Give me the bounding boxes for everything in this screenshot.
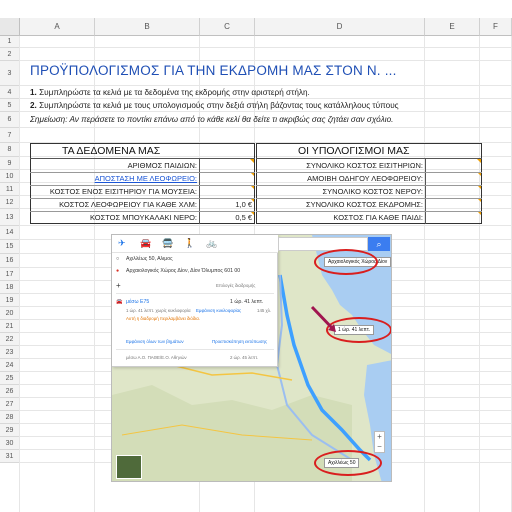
- comment-marker-icon[interactable]: [477, 159, 481, 163]
- calc-label: ΣΥΝΟΛΙΚΟ ΚΟΣΤΟΣ ΕΙΣΙΤΗΡΙΩΝ:: [306, 161, 423, 170]
- transit-icon[interactable]: 🚍: [162, 238, 173, 249]
- route-1-time: 1 ώρ. 41 λεπτ.: [230, 299, 264, 305]
- calc-label: ΣΥΝΟΛΙΚΟ ΚΟΣΤΟΣ ΕΚΔΡΟΜΗΣ:: [305, 200, 423, 209]
- column-header[interactable]: C: [200, 18, 255, 36]
- data-label: ΑΡΙΘΜΟΣ ΠΑΙΔΙΩΝ:: [127, 161, 197, 170]
- data-label: ΚΟΣΤΟΣ ΜΠΟΥΚΑΛΑΚΙ ΝΕΡΟ:: [89, 213, 197, 222]
- row-header[interactable]: 31: [0, 450, 20, 463]
- row-header[interactable]: 10: [0, 170, 20, 183]
- time-highlight-ring: [326, 317, 391, 343]
- row-header[interactable]: 3: [0, 61, 20, 86]
- map-screenshot: ✈ 🚘 🚍 🚶 🚲 ○ Αχιλλέως 50, Αλιμος ● Αρχαιο…: [111, 234, 392, 482]
- zoom-out-icon[interactable]: −: [377, 442, 382, 451]
- origin-highlight-ring: [314, 450, 382, 476]
- row-header[interactable]: 26: [0, 385, 20, 398]
- row-header[interactable]: 18: [0, 281, 20, 294]
- row-header[interactable]: 14: [0, 226, 20, 240]
- column-header[interactable]: E: [425, 18, 480, 36]
- satellite-thumbnail[interactable]: [116, 455, 142, 479]
- column-header[interactable]: A: [20, 18, 95, 36]
- row-header[interactable]: 27: [0, 398, 20, 411]
- row-header[interactable]: 29: [0, 424, 20, 437]
- row-header[interactable]: 22: [0, 333, 20, 346]
- route-2-via[interactable]: μέσω Α.Ο. ΠΑΘΕ/Ε.Ο. Αθηνών: [126, 355, 187, 360]
- row-header[interactable]: 6: [0, 112, 20, 128]
- row-header[interactable]: 24: [0, 359, 20, 372]
- row-header[interactable]: 23: [0, 346, 20, 359]
- row-header[interactable]: 7: [0, 128, 20, 143]
- row-header[interactable]: 2: [0, 48, 20, 61]
- calc-label: ΚΟΣΤΟΣ ΓΙΑ ΚΑΘΕ ΠΑΙΔΙ:: [333, 213, 423, 222]
- spreadsheet: ABCDEF 1 2 3 4 5 6 7 8 9 10 11 12 13 14 15 16 17 18 19 20 21…: [0, 0, 512, 512]
- row-header[interactable]: 9: [0, 157, 20, 170]
- walk-icon[interactable]: 🚶: [184, 238, 195, 249]
- row-header[interactable]: 12: [0, 196, 20, 209]
- data-value-cell[interactable]: 0,5 €: [200, 213, 252, 222]
- car-icon[interactable]: 🚘: [140, 238, 151, 249]
- toll-warning: Αυτή η διαδρομή περιλαμβάνει διόδια.: [126, 316, 201, 321]
- row-header[interactable]: 13: [0, 209, 20, 226]
- route-1-distance: 145 χλ.: [257, 308, 272, 313]
- column-header[interactable]: B: [95, 18, 200, 36]
- data-label: ΚΟΣΤΟΣ ΕΝΟΣ ΕΙΣΙΤΗΡΙΟΥ ΓΙΑ ΜΟΥΣΕΙΑ:: [49, 187, 197, 196]
- zoom-in-icon[interactable]: +: [377, 432, 382, 441]
- travel-mode-bar: ✈ 🚘 🚍 🚶 🚲: [112, 235, 278, 253]
- route-options-link[interactable]: Επιλογές διαδρομής: [216, 283, 255, 288]
- calc-label: ΑΜΟΙΒΗ ΟΔΗΓΟΥ ΛΕΟΦΩΡΕΙΟΥ:: [307, 174, 423, 183]
- comment-marker-icon[interactable]: [250, 159, 254, 163]
- destination-pin-icon: ●: [116, 268, 120, 274]
- row-header[interactable]: 17: [0, 268, 20, 281]
- left-header[interactable]: ΤΑ ΔΕΔΟΜΕΝΑ ΜΑΣ: [62, 145, 160, 157]
- destination-highlight-ring: [314, 249, 378, 275]
- row-header[interactable]: 20: [0, 307, 20, 320]
- bike-icon[interactable]: 🚲: [206, 238, 217, 249]
- directions-panel: ✈ 🚘 🚍 🚶 🚲 ○ Αχιλλέως 50, Αλιμος ● Αρχαιο…: [112, 235, 278, 367]
- right-header[interactable]: ΟΙ ΥΠΟΛΟΓΙΣΜΟΙ ΜΑΣ: [298, 145, 410, 157]
- column-header[interactable]: D: [255, 18, 425, 36]
- instruction-1[interactable]: 1. Συμπληρώστε τα κελιά με τα δεδομένα τ…: [30, 88, 310, 97]
- row-header[interactable]: 30: [0, 437, 20, 450]
- destination-field[interactable]: Αρχαιολογικός Χώρος Δίον, Δίον Όλυμπος 6…: [126, 268, 240, 274]
- route-2-time: 2 ώρ. 45 λεπτ.: [230, 355, 259, 360]
- print-preview-link[interactable]: Προεπισκόπηση εκτύπωσης: [212, 339, 267, 344]
- origin-dot-icon: ○: [116, 256, 120, 262]
- best-route-icon[interactable]: ✈: [118, 238, 126, 249]
- column-header[interactable]: F: [480, 18, 512, 36]
- row-header[interactable]: 11: [0, 183, 20, 196]
- page-title[interactable]: ΠΡΟΫΠΟΛΟΓΙΣΜΟΣ ΓΙΑ ΤΗΝ ΕΚΔΡΟΜΗ ΜΑΣ ΣΤΟΝ …: [30, 63, 397, 78]
- instruction-note[interactable]: Σημείωση: Αν περάσετε το ποντίκι επάνω α…: [30, 115, 393, 124]
- route-1-detail: 1 ώρ. 41 λεπτ. χωρίς κυκλοφορία: [126, 308, 191, 313]
- row-header[interactable]: 5: [0, 99, 20, 112]
- row-header[interactable]: 16: [0, 254, 20, 268]
- search-icon[interactable]: ⌕: [368, 237, 390, 251]
- row-header[interactable]: 19: [0, 294, 20, 307]
- zoom-control[interactable]: + −: [374, 431, 385, 453]
- row-header[interactable]: 4: [0, 86, 20, 99]
- row-header[interactable]: 25: [0, 372, 20, 385]
- add-destination-icon[interactable]: +: [116, 281, 121, 290]
- calc-label: ΣΥΝΟΛΙΚΟ ΚΟΣΤΟΣ ΝΕΡΟΥ:: [322, 187, 423, 196]
- instruction-2[interactable]: 2. Συμπληρώστε τα κελιά με τους υπολογισ…: [30, 101, 399, 110]
- row-header[interactable]: 28: [0, 411, 20, 424]
- row-header[interactable]: 1: [0, 36, 20, 48]
- show-all-steps-link[interactable]: Εμφάνιση όλων των βημάτων: [126, 339, 184, 344]
- route-1-car-icon: 🚘: [116, 299, 123, 305]
- data-value-cell[interactable]: 1,0 €: [200, 200, 252, 209]
- origin-field[interactable]: Αχιλλέως 50, Αλιμος: [126, 256, 173, 262]
- row-header[interactable]: 8: [0, 143, 20, 157]
- show-traffic-link[interactable]: Εμφάνιση κυκλοφορίας: [196, 308, 241, 313]
- select-all-corner[interactable]: [0, 18, 20, 36]
- bus-distance-link[interactable]: ΑΠΟΣΤΑΣΗ ΜΕ ΛΕΟΦΩΡΕΙΟ:: [30, 174, 197, 183]
- row-header[interactable]: 21: [0, 320, 20, 333]
- data-label: ΚΟΣΤΟΣ ΛΕΟΦΩΡΕΙΟΥ ΓΙΑ ΚΑΘΕ ΧΛΜ:: [59, 200, 197, 209]
- row-header[interactable]: 15: [0, 240, 20, 254]
- route-1-via[interactable]: μέσω E75: [126, 299, 149, 305]
